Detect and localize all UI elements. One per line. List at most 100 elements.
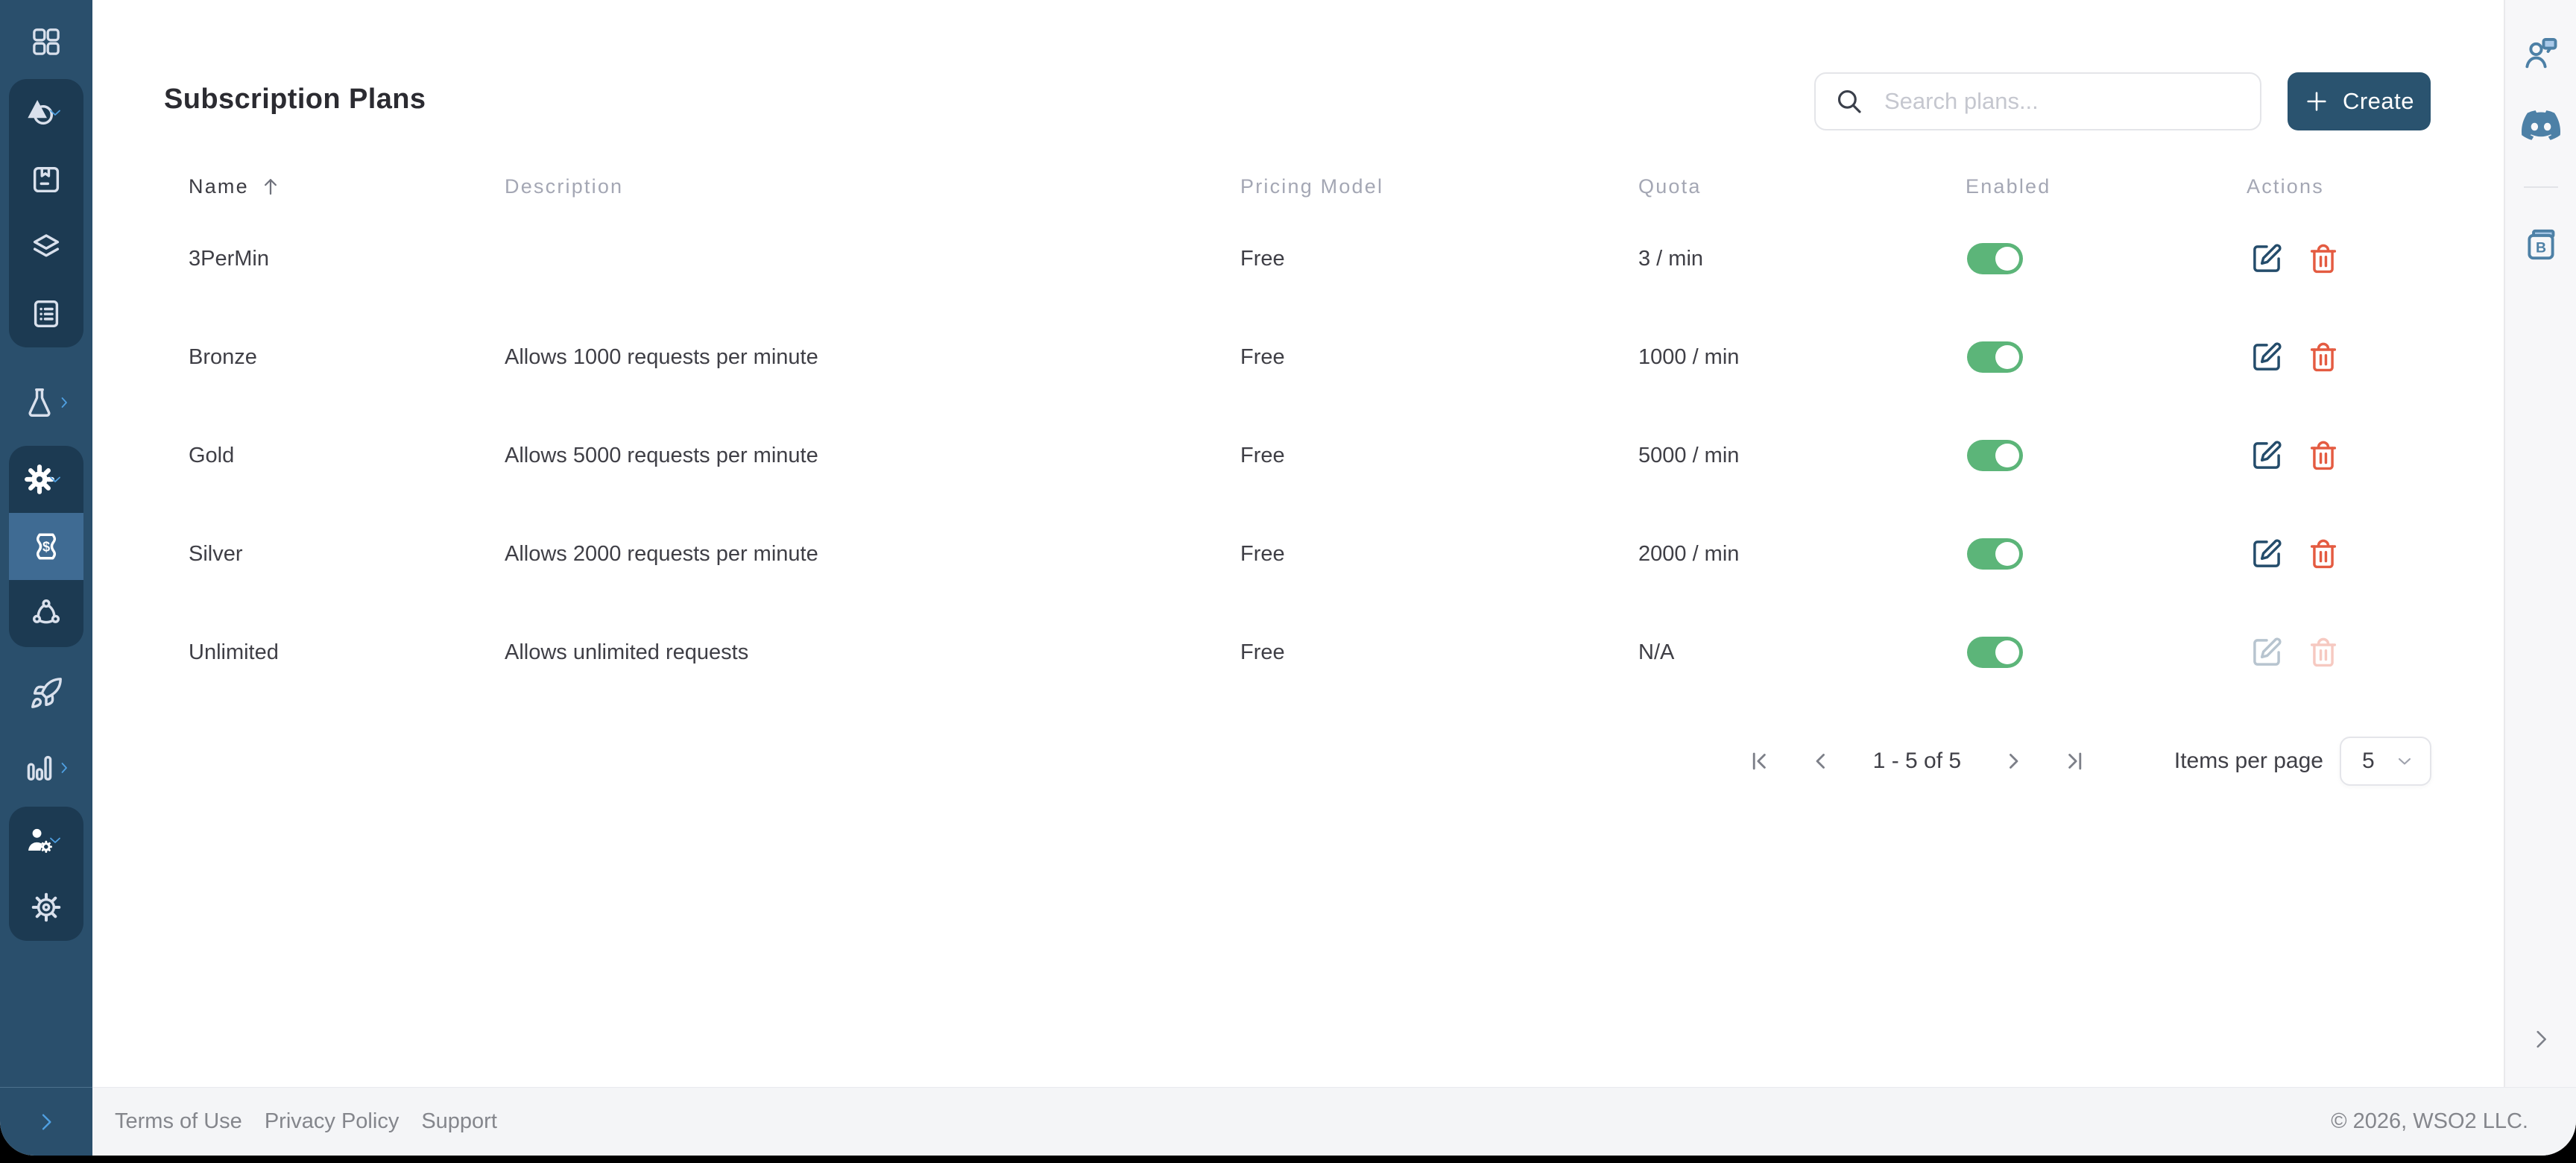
plan-pricing-model: Free — [1240, 247, 1638, 271]
last-page-button[interactable] — [2061, 748, 2088, 775]
column-header-pricing-model: Pricing Model — [1240, 175, 1638, 198]
sidebar-group-admin — [9, 807, 83, 941]
create-button[interactable]: Create — [2288, 72, 2431, 130]
enabled-toggle[interactable] — [1967, 637, 2023, 668]
chevron-down-icon — [46, 104, 64, 122]
search-input[interactable] — [1884, 88, 2242, 115]
edit-button[interactable] — [2250, 537, 2284, 571]
table-row: Bronze Allows 1000 requests per minute F… — [189, 308, 2452, 406]
table-row: Silver Allows 2000 requests per minute F… — [189, 505, 2452, 603]
plan-quota: 1000 / min — [1638, 345, 1966, 370]
terms-of-use-link[interactable]: Terms of Use — [115, 1109, 242, 1134]
sidebar-item-catalog[interactable] — [9, 146, 83, 213]
app-footer: Terms of Use Privacy Policy Support © 20… — [92, 1087, 2576, 1156]
enabled-toggle[interactable] — [1967, 440, 2023, 471]
sidebar-item-analytics[interactable] — [0, 735, 92, 801]
gear-outline-icon — [29, 890, 63, 924]
sidebar-item-deploy[interactable] — [0, 661, 92, 726]
table-body: 3PerMin Free 3 / min Bronze — [189, 209, 2452, 702]
sidebar-group-manage: $ — [9, 446, 83, 647]
sidebar-item-design[interactable] — [9, 79, 83, 146]
sidebar-item-policies[interactable] — [9, 280, 83, 347]
sidebar-item-layers[interactable] — [9, 213, 83, 280]
table-row: Gold Allows 5000 requests per minute Fre… — [189, 406, 2452, 505]
sidebar-expand-button[interactable] — [0, 1087, 92, 1156]
column-header-name[interactable]: Name — [189, 175, 505, 198]
plan-description: Allows 2000 requests per minute — [505, 542, 1240, 567]
enabled-toggle[interactable] — [1967, 243, 2023, 274]
plan-pricing-model: Free — [1240, 444, 1638, 468]
discord-button[interactable] — [2522, 106, 2560, 145]
items-per-page-select[interactable]: 5 — [2340, 737, 2431, 786]
next-page-button[interactable] — [2000, 748, 2027, 775]
plan-description: Allows 5000 requests per minute — [505, 444, 1240, 468]
plan-pricing-model: Free — [1240, 345, 1638, 370]
plan-quota: 5000 / min — [1638, 444, 1966, 468]
chevron-right-icon — [55, 394, 73, 412]
plan-quota: 3 / min — [1638, 247, 1966, 271]
app-window: $ — [0, 0, 2576, 1156]
previous-page-button[interactable] — [1808, 748, 1834, 775]
row-actions — [2247, 242, 2452, 276]
rail-divider — [2524, 186, 2558, 188]
edit-button[interactable] — [2250, 340, 2284, 374]
items-per-page-value: 5 — [2362, 748, 2375, 774]
sidebar-item-settings[interactable] — [9, 446, 83, 513]
workflow-nodes-icon — [29, 596, 63, 631]
plan-pricing-model: Free — [1240, 542, 1638, 567]
chevron-right-icon — [34, 1110, 58, 1134]
footer-links: Terms of Use Privacy Policy Support — [115, 1109, 497, 1134]
docs-b-icon: B — [2522, 225, 2560, 264]
enabled-toggle[interactable] — [1967, 538, 2023, 570]
column-header-description: Description — [505, 175, 1240, 198]
plans-table: Name Description Pricing Model Quota Ena… — [189, 163, 2452, 702]
page-title: Subscription Plans — [164, 83, 426, 116]
privacy-policy-link[interactable]: Privacy Policy — [265, 1109, 400, 1134]
sidebar-item-dashboard[interactable] — [0, 9, 92, 75]
plan-name: Bronze — [189, 345, 505, 370]
feedback-button[interactable] — [2522, 34, 2560, 73]
main-content: Subscription Plans Create Name — [92, 0, 2504, 1087]
sidebar-item-advanced-settings[interactable] — [9, 874, 83, 941]
table-header-row: Name Description Pricing Model Quota Ena… — [189, 163, 2452, 209]
edit-button-disabled — [2250, 635, 2284, 669]
plan-pricing-model: Free — [1240, 640, 1638, 665]
content-row: Subscription Plans Create Name — [92, 0, 2576, 1087]
edit-button[interactable] — [2250, 438, 2284, 473]
delete-button[interactable] — [2306, 537, 2340, 571]
support-link[interactable]: Support — [421, 1109, 497, 1134]
content-column: Subscription Plans Create Name — [92, 0, 2576, 1156]
chevron-down-icon — [46, 831, 64, 849]
policy-list-icon — [29, 297, 63, 331]
flask-icon — [22, 385, 57, 420]
sidebar-item-workflows[interactable] — [9, 580, 83, 647]
plan-name: Gold — [189, 444, 505, 468]
plan-name: Unlimited — [189, 640, 505, 665]
search-icon — [1834, 86, 1865, 117]
first-page-button[interactable] — [1746, 748, 1773, 775]
column-header-quota: Quota — [1638, 175, 1966, 198]
discord-icon — [2522, 106, 2560, 145]
edit-button[interactable] — [2250, 242, 2284, 276]
sidebar-item-subscription-plans[interactable]: $ — [9, 513, 83, 580]
sidebar-item-user-management[interactable] — [9, 807, 83, 874]
delete-button[interactable] — [2306, 340, 2340, 374]
copyright-text: © 2026, WSO2 LLC. — [2331, 1109, 2528, 1134]
sort-ascending-icon — [259, 175, 282, 198]
rail-collapse-button[interactable] — [2528, 1027, 2554, 1056]
chevron-right-icon — [2528, 1027, 2554, 1052]
pagination: 1 - 5 of 5 Items per page 5 — [1746, 736, 2431, 787]
sidebar-item-test[interactable] — [0, 370, 92, 435]
search-box — [1814, 72, 2261, 130]
plan-name: 3PerMin — [189, 247, 505, 271]
plan-quota: 2000 / min — [1638, 542, 1966, 567]
page-range-label: 1 - 5 of 5 — [1854, 748, 1980, 774]
delete-button[interactable] — [2306, 242, 2340, 276]
dashboard-grid-icon — [30, 25, 63, 58]
table-row: 3PerMin Free 3 / min — [189, 209, 2452, 308]
enabled-toggle[interactable] — [1967, 341, 2023, 373]
docs-button[interactable]: B — [2522, 225, 2560, 264]
rocket-icon — [29, 676, 63, 710]
delete-button[interactable] — [2306, 438, 2340, 473]
chevron-down-icon — [46, 470, 64, 488]
